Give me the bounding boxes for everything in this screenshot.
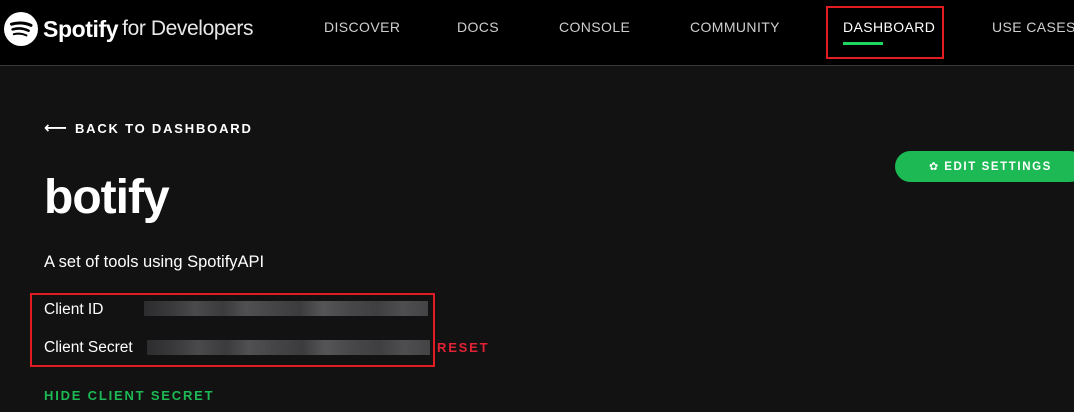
spotify-for-developers-logo[interactable]: Spotify for Developers xyxy=(4,12,254,46)
hide-client-secret-link[interactable]: HIDE CLIENT SECRET xyxy=(44,388,214,403)
arrow-left-icon: ⟵ xyxy=(44,120,67,137)
back-to-dashboard-link[interactable]: ⟵ BACK TO DASHBOARD xyxy=(44,118,253,138)
nav-docs[interactable]: DOCS xyxy=(457,19,499,35)
dashboard-highlight-box xyxy=(826,6,944,59)
gear-icon: ✿ xyxy=(929,161,939,173)
logo-sub-text: for Developers xyxy=(122,17,254,40)
client-secret-value-redacted xyxy=(147,340,430,355)
nav-discover[interactable]: DISCOVER xyxy=(324,19,400,35)
client-id-label: Client ID xyxy=(44,301,104,318)
nav-console[interactable]: CONSOLE xyxy=(559,19,630,35)
reset-secret-link[interactable]: RESET xyxy=(437,340,489,355)
client-id-value-redacted xyxy=(144,301,428,316)
logo-brand-text: Spotify xyxy=(43,15,119,42)
app-title: botify xyxy=(44,171,170,224)
nav-community[interactable]: COMMUNITY xyxy=(690,19,780,35)
back-link-label: BACK TO DASHBOARD xyxy=(74,120,253,136)
nav-use-cases[interactable]: USE CASES xyxy=(992,19,1074,35)
app-description: A set of tools using SpotifyAPI xyxy=(44,253,265,271)
edit-settings-label: EDIT SETTINGS xyxy=(944,160,1052,173)
client-secret-label: Client Secret xyxy=(44,339,133,356)
edit-settings-button[interactable]: ✿ EDIT SETTINGS xyxy=(895,151,1074,182)
spotify-logo-icon xyxy=(4,12,38,46)
